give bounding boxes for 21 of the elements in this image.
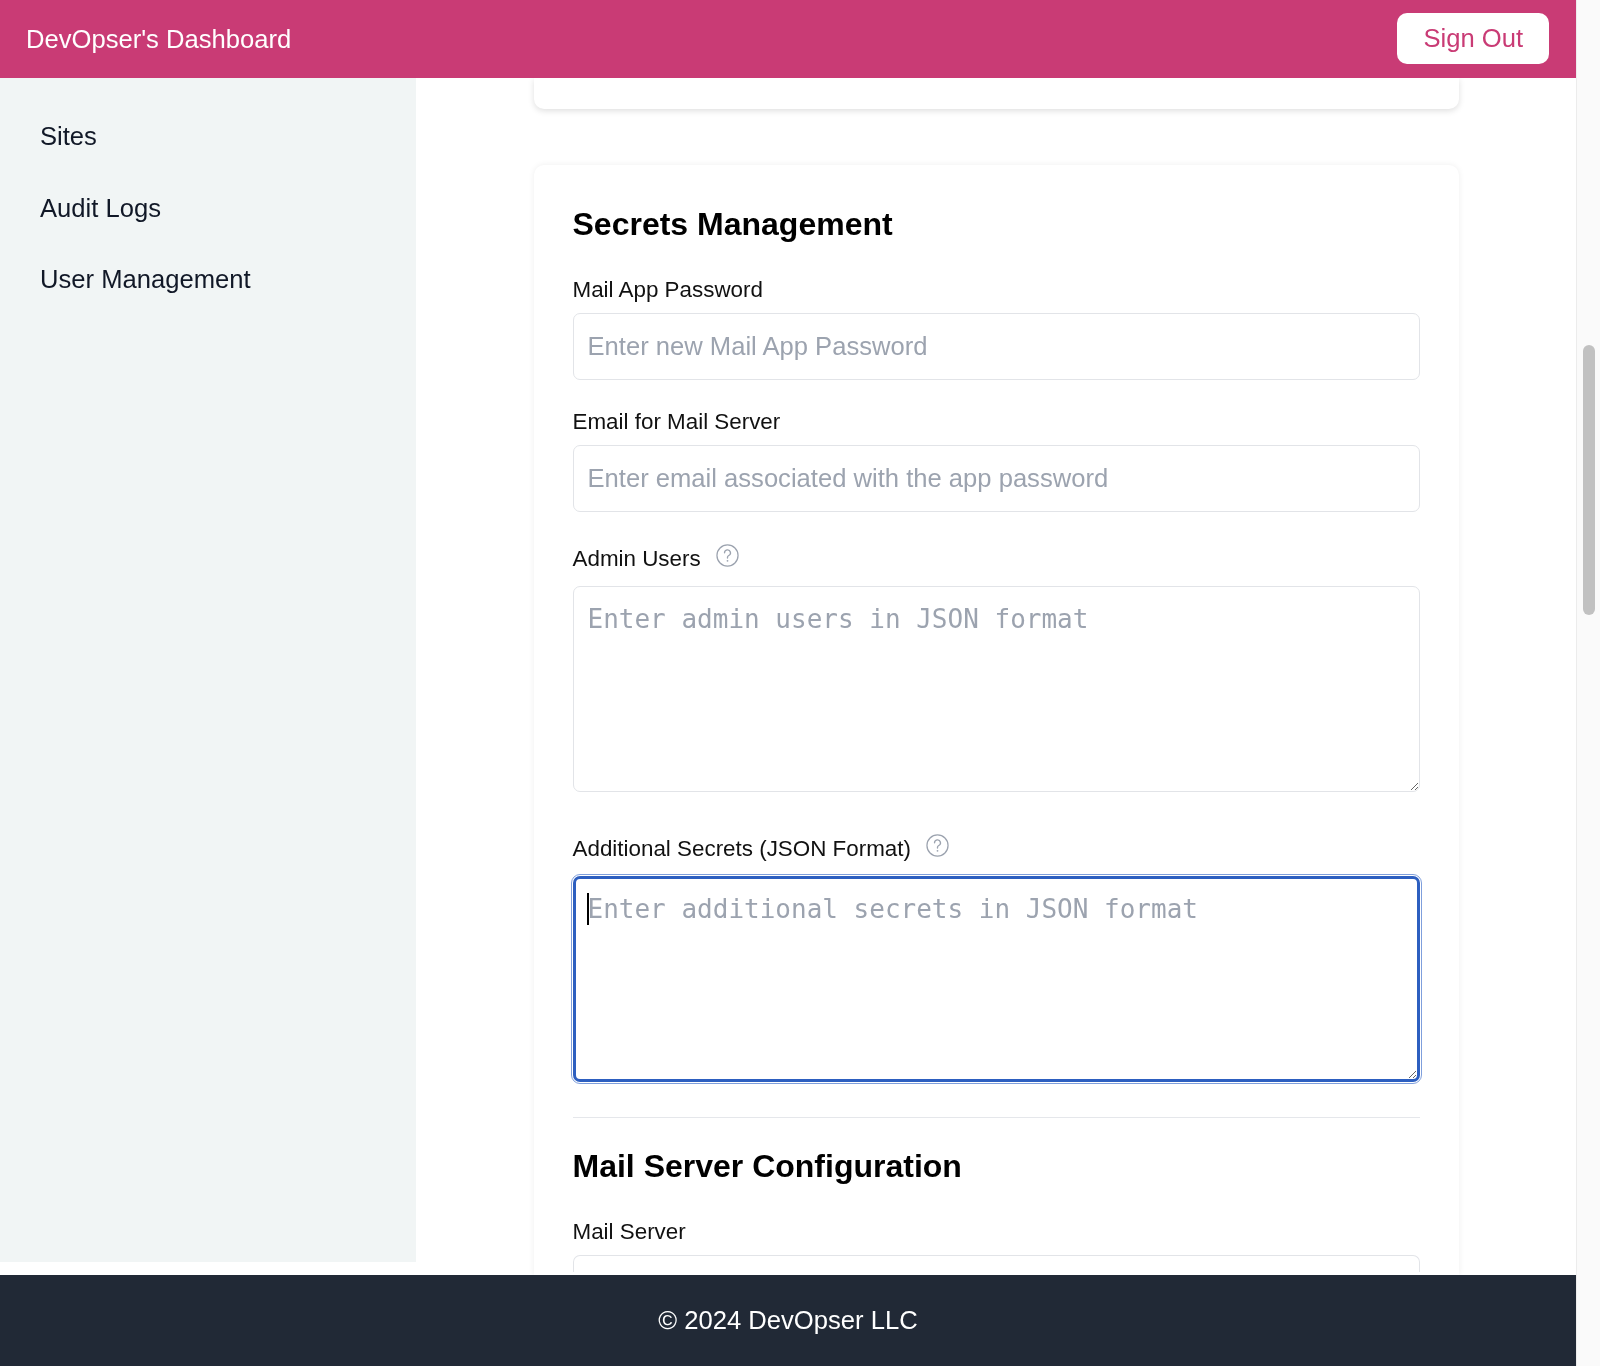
field-label: Additional Secrets (JSON Format)	[572, 834, 911, 863]
textarea-field[interactable]: Enter additional secrets in JSON format	[572, 875, 1420, 1082]
input-field[interactable]: Enter email associated with the app password	[572, 444, 1420, 512]
input-field[interactable]	[572, 1254, 1420, 1272]
sign-out-button[interactable]: Sign Out	[1397, 13, 1549, 64]
field-label: Mail App Password	[572, 276, 763, 305]
section-heading: Secrets Management	[572, 205, 893, 244]
help-icon[interactable]	[925, 834, 949, 858]
copyright-text: © 2024 DevOpser LLC	[658, 1305, 918, 1336]
section-heading: Mail Server Configuration	[572, 1146, 962, 1185]
field-label: Email for Mail Server	[572, 408, 781, 436]
dashboard-title: DevOpser's Dashboard	[26, 23, 292, 55]
scrollbar-thumb[interactable]	[1582, 345, 1595, 615]
input-field[interactable]: Enter new Mail App Password	[572, 313, 1420, 380]
sidebar-item[interactable]: Sites	[0, 101, 416, 173]
field-label: Admin Users	[572, 544, 701, 573]
help-icon[interactable]	[715, 544, 739, 568]
sidebar-item[interactable]: User Management	[0, 244, 416, 316]
sidebar-item[interactable]: Audit Logs	[0, 172, 416, 244]
text-cursor	[586, 892, 589, 925]
field-label: Mail Server	[572, 1218, 686, 1246]
